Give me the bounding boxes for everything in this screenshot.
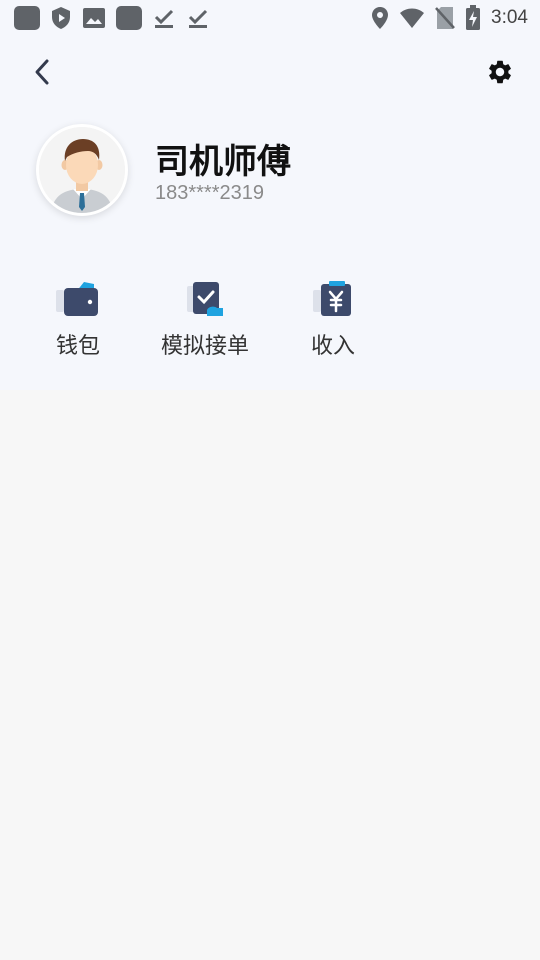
driver-name: 司机师傅 <box>155 142 291 182</box>
gear-icon <box>489 60 511 84</box>
shield-play-icon <box>52 7 70 29</box>
status-left-icons <box>14 6 210 30</box>
menu-item-income[interactable]: 收入 <box>273 280 393 360</box>
status-time: 3:04 <box>491 7 528 28</box>
app-icon <box>116 6 142 30</box>
menu-item-simulate-order[interactable]: 模拟接单 <box>145 280 265 360</box>
menu-label-simulate-order: 模拟接单 <box>160 334 249 359</box>
content-area <box>0 390 540 960</box>
menu-label-income: 收入 <box>310 334 355 359</box>
chevron-left-icon <box>35 59 49 85</box>
wifi-icon <box>400 8 425 28</box>
image-icon <box>83 8 105 28</box>
driver-phone: 183****2319 <box>155 182 264 204</box>
simulate-order-icon <box>187 282 223 316</box>
status-bar: 3:04 <box>0 0 540 36</box>
driver-profile-screen: 3:04 司机师傅 183****2319 钱包 模拟接单 收入 <box>0 0 540 960</box>
download-done-icon <box>154 9 174 28</box>
income-icon <box>313 281 351 316</box>
menu-item-wallet[interactable]: 钱包 <box>18 280 138 360</box>
settings-button[interactable] <box>482 54 518 90</box>
back-button[interactable] <box>24 52 60 92</box>
wallet-icon <box>56 282 98 316</box>
driver-avatar-icon <box>39 127 125 213</box>
location-icon <box>372 7 389 29</box>
download-done-icon <box>188 9 208 28</box>
profile-card: 司机师傅 183****2319 钱包 模拟接单 收入 <box>0 108 540 390</box>
no-sim-icon <box>435 7 455 29</box>
battery-charging-icon <box>466 5 481 30</box>
nav-bar <box>0 36 540 108</box>
avatar[interactable] <box>36 124 128 216</box>
status-right-icons: 3:04 <box>371 5 528 31</box>
app-icon <box>14 6 40 30</box>
menu-label-wallet: 钱包 <box>55 334 100 359</box>
